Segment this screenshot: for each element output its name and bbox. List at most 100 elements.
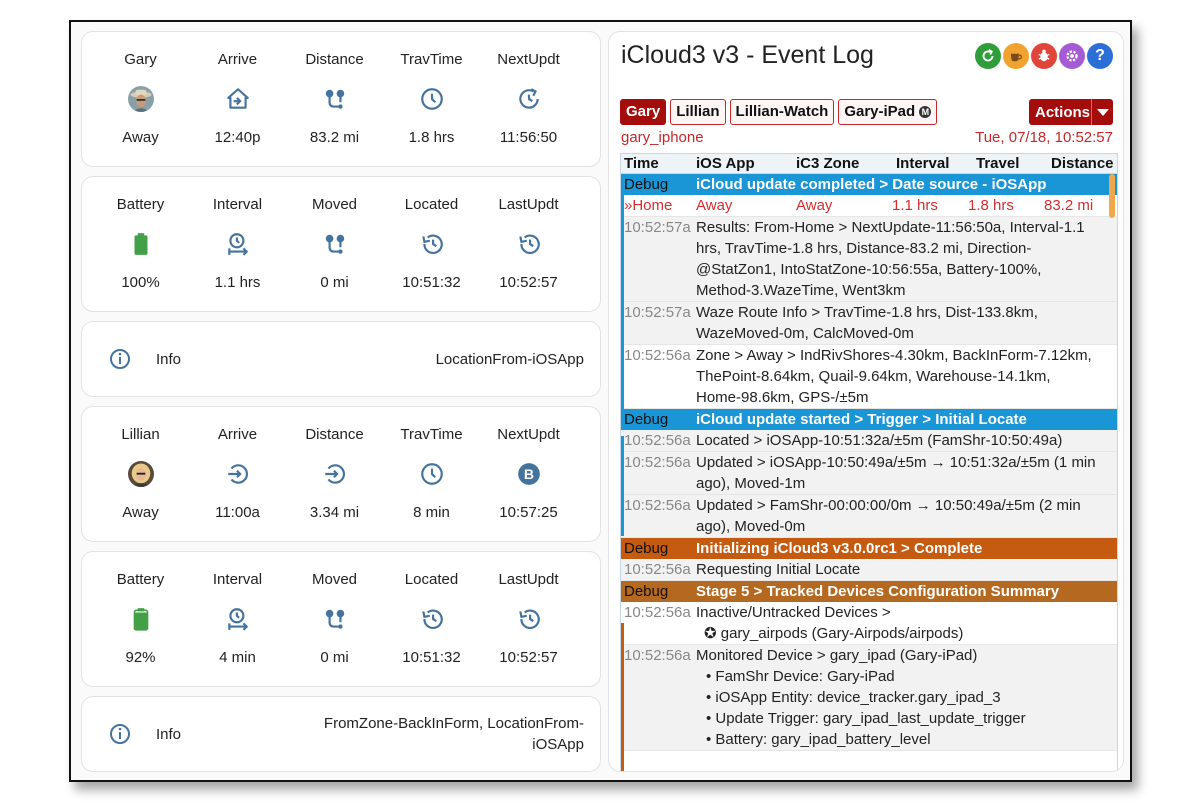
event-log-title: iCloud3 v3 - Event Log [621, 41, 874, 69]
history-icon [518, 609, 540, 630]
lillian-zone-cell[interactable]: Lillian Away [92, 407, 189, 541]
gary-status-card[interactable]: Gary Away Arrive 12:40p Distance 83.2 mi… [81, 31, 601, 167]
log-message-subline: ✪ gary_airpods (Gary-Airpods/airpods) [704, 625, 964, 642]
col-distance: Distance [1051, 155, 1114, 172]
lillian-interval-cell[interactable]: Interval 4 min [189, 552, 286, 686]
travtime-value: 8 min [413, 504, 450, 521]
located-value: 10:51:32 [402, 274, 461, 291]
gary-info-card[interactable]: Info LocationFrom-iOSApp [81, 321, 601, 397]
col-ios-app: iOS App [696, 155, 755, 172]
refresh-icon[interactable] [975, 43, 1001, 69]
interval-label: Interval [212, 196, 263, 213]
interval-label: Interval [212, 571, 263, 588]
history-icon [421, 609, 443, 630]
tab-gary-ipad[interactable]: Gary-iPad M [838, 99, 938, 125]
gary-lastupdt-cell[interactable]: LastUpdt 10:52:57 [480, 177, 577, 311]
moved-label: Moved [311, 571, 358, 588]
coffee-icon[interactable] [1003, 43, 1029, 69]
lillian-info-card[interactable]: Info FromZone-BackInForm, LocationFrom-i… [81, 696, 601, 772]
settings-icon[interactable] [1059, 43, 1085, 69]
gary-located-cell[interactable]: Located 10:51:32 [383, 177, 480, 311]
lillian-status-card[interactable]: Lillian Away Arrive 11:00a Distance 3.34… [81, 406, 601, 542]
lillian-arrive-cell[interactable]: Arrive 11:00a [189, 407, 286, 541]
distance-label: Distance [305, 51, 364, 68]
event-log-table[interactable]: Time iOS App iC3 Zone Interval Travel Di… [620, 153, 1118, 771]
log-row-debug: Debug iCloud update completed > Date sou… [621, 174, 1117, 195]
battery-value: 100% [121, 274, 160, 291]
zone-value: Away [122, 129, 159, 146]
lillian-battery-cell[interactable]: Battery 92% [92, 552, 189, 686]
log-bullet-text: Update Trigger: gary_ipad_last_update_tr… [715, 710, 1026, 727]
info-icon [110, 349, 130, 369]
log-time: 10:52:56a [624, 432, 691, 449]
log-group-edge [621, 436, 624, 536]
log-group-edge [621, 195, 624, 415]
lillian-battery-card[interactable]: Battery 92% Interval 4 min Moved 0 mi Lo… [81, 551, 601, 687]
log-row: 10:52:57a Waze Route Info > TravTime-1.8… [621, 302, 1117, 345]
travtime-label: TravTime [400, 426, 463, 443]
gary-distance-cell[interactable]: Distance 83.2 mi [286, 32, 383, 166]
device-tabs: Gary Lillian Lillian-Watch Gary-iPad M [620, 99, 938, 125]
log-bullet-text: Battery: gary_ipad_battery_level [715, 731, 931, 748]
log-row: 10:52:56a Located > iOSApp-10:51:32a/±5m… [621, 430, 1117, 452]
arrive-value: 11:00a [215, 504, 260, 521]
log-scrollbar[interactable] [1109, 174, 1115, 218]
nextupdt-value: 11:56:50 [499, 129, 558, 146]
gary-moved-cell[interactable]: Moved 0 mi [286, 177, 383, 311]
event-log-header: Time iOS App iC3 Zone Interval Travel Di… [621, 154, 1117, 174]
bug-icon[interactable] [1031, 43, 1057, 69]
lillian-distance-cell[interactable]: Distance 3.34 mi [286, 407, 383, 541]
log-row-debug: Debug iCloud update started > Trigger > … [621, 409, 1117, 430]
actions-dropdown-button[interactable]: Actions [1029, 99, 1113, 125]
moved-value: 0 mi [320, 649, 349, 666]
gary-travtime-cell[interactable]: TravTime 1.8 hrs [383, 32, 480, 166]
avatar-gary [127, 86, 154, 112]
distance-icon [325, 609, 344, 629]
log-message: Requesting Initial Locate [696, 561, 861, 578]
selected-device-name: gary_iphone [621, 129, 704, 146]
log-bullet: • iOSApp Entity: device_tracker.gary_ipa… [706, 689, 1001, 706]
battery-value: 92% [125, 649, 156, 666]
log-message: Located > iOSApp-10:51:32a/±5m (FamShr-1… [696, 432, 1063, 449]
log-group-edge [621, 623, 624, 771]
lillian-moved-cell[interactable]: Moved 0 mi [286, 552, 383, 686]
log-message: Updated > FamShr-00:00:00/0m → 10:50:49a… [696, 497, 1081, 535]
info-icon [110, 724, 130, 744]
gary-nextupdt-cell[interactable]: NextUpdt 11:56:50 [480, 32, 577, 166]
distance-label: Distance [305, 426, 364, 443]
interval-icon [227, 233, 248, 256]
gary-battery-card[interactable]: Battery 100% Interval 1.1 hrs Moved 0 mi… [81, 176, 601, 312]
event-log-toolbar: ? [975, 43, 1113, 69]
log-time: 10:52:57a [624, 304, 691, 321]
distance-icon [325, 234, 344, 254]
log-row-debug: Debug Stage 5 > Tracked Devices Configur… [621, 581, 1117, 602]
lastupdt-value: 10:52:57 [499, 649, 558, 666]
tab-lillian-watch[interactable]: Lillian-Watch [729, 99, 835, 125]
lillian-located-cell[interactable]: Located 10:51:32 [383, 552, 480, 686]
log-time: »Home [624, 197, 673, 214]
event-log-rows: Debug iCloud update completed > Date sou… [621, 174, 1117, 771]
tab-gary[interactable]: Gary [620, 99, 667, 125]
chevron-down-icon [1091, 99, 1113, 125]
arrive-icon [226, 88, 249, 109]
log-message: Waze Route Info > TravTime-1.8 hrs, Dist… [696, 304, 1038, 342]
clock-refresh-icon [518, 88, 539, 109]
gary-zone-cell[interactable]: Gary Away [92, 32, 189, 166]
arrive-label: Arrive [217, 51, 258, 68]
gary-battery-cell[interactable]: Battery 100% [92, 177, 189, 311]
nextupdt-value: 10:57:25 [499, 504, 558, 521]
summary-distance: 83.2 mi [1044, 197, 1094, 214]
travtime-label: TravTime [400, 51, 463, 68]
log-time: 10:52:56a [624, 647, 691, 664]
lillian-lastupdt-cell[interactable]: LastUpdt 10:52:57 [480, 552, 577, 686]
lillian-nextupdt-cell[interactable]: NextUpdt B 10:57:25 [480, 407, 577, 541]
log-message-line: Monitored Device > gary_ipad (Gary-iPad) [696, 647, 978, 664]
log-bullet-text: FamShr Device: Gary-iPad [715, 668, 895, 685]
gary-arrive-cell[interactable]: Arrive 12:40p [189, 32, 286, 166]
interval-icon [227, 608, 248, 631]
lillian-travtime-cell[interactable]: TravTime 8 min [383, 407, 480, 541]
gary-interval-cell[interactable]: Interval 1.1 hrs [189, 177, 286, 311]
person-name: Gary [124, 51, 157, 68]
help-icon[interactable]: ? [1087, 43, 1113, 69]
tab-lillian[interactable]: Lillian [670, 99, 726, 125]
